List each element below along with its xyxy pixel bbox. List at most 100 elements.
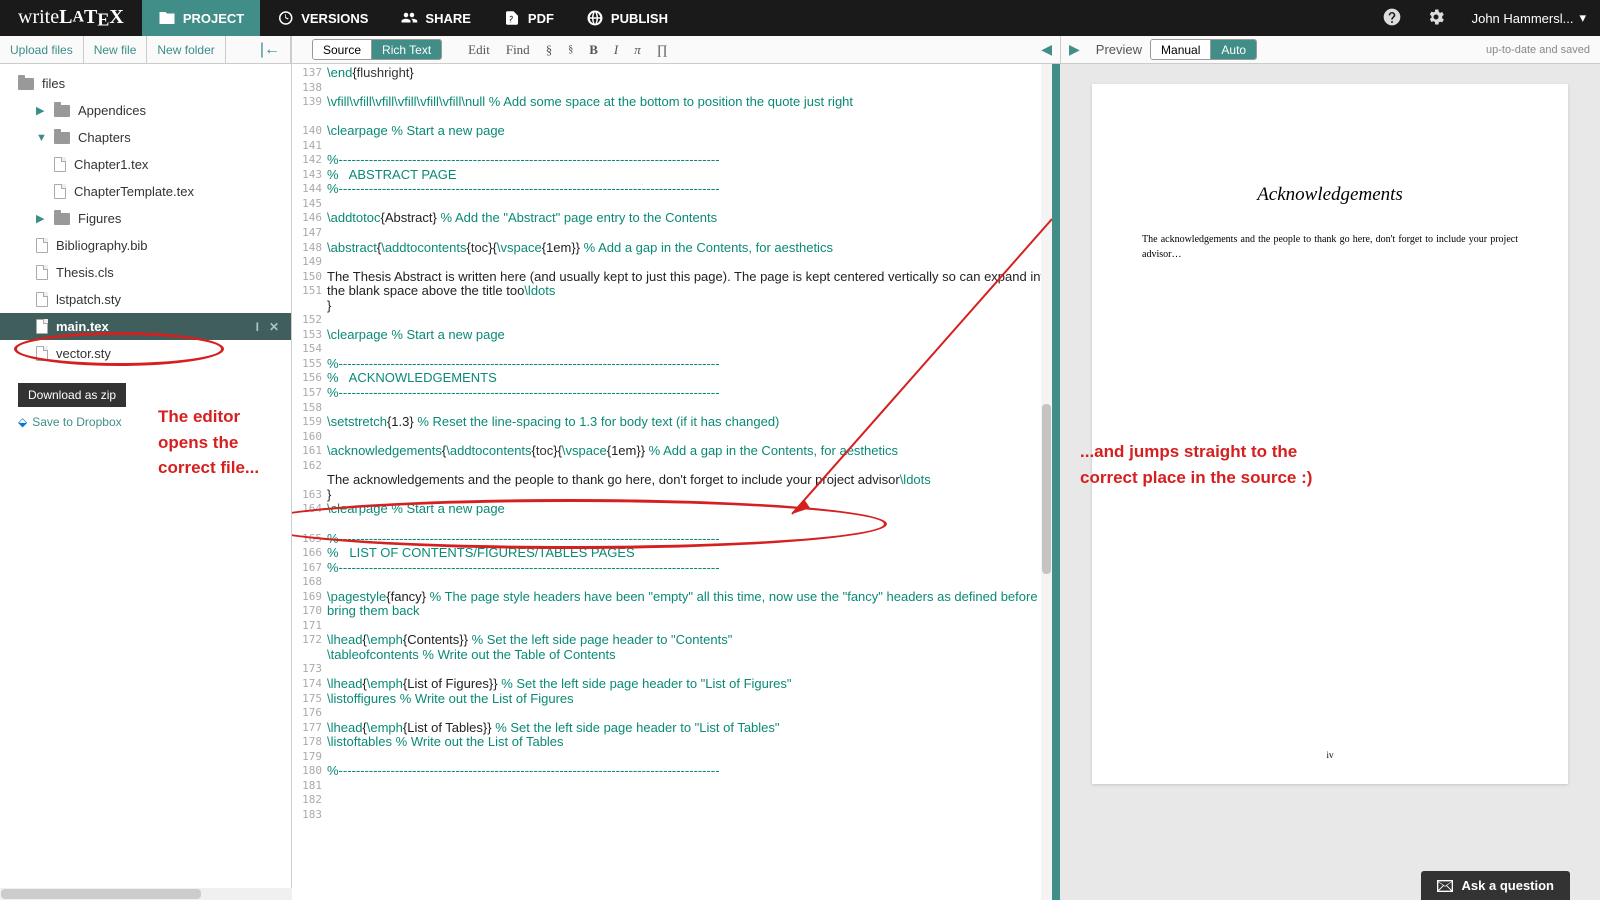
section-button[interactable]: § bbox=[538, 36, 561, 63]
vertical-scrollbar[interactable] bbox=[1041, 64, 1052, 900]
logo: writeLATEX bbox=[0, 6, 142, 31]
tree-label: Appendices bbox=[78, 103, 146, 118]
mail-icon bbox=[1437, 880, 1453, 892]
folder-icon bbox=[54, 213, 70, 225]
sidebar: files ▶ Appendices ▼Chapters Chapter1.tex… bbox=[0, 64, 292, 900]
tree-folder-figures[interactable]: ▶Figures bbox=[0, 205, 291, 232]
page-heading: Acknowledgements bbox=[1142, 184, 1518, 206]
file-icon bbox=[54, 184, 66, 199]
file-icon bbox=[36, 292, 48, 307]
upload-files-button[interactable]: Upload files bbox=[0, 36, 84, 63]
tree-file-chapter1[interactable]: Chapter1.tex bbox=[0, 151, 291, 178]
save-status: up-to-date and saved bbox=[1476, 36, 1600, 63]
folder-icon bbox=[54, 132, 70, 144]
tree-label: files bbox=[42, 76, 65, 91]
nav-publish[interactable]: PUBLISH bbox=[570, 0, 684, 36]
tree-file-lstpatch[interactable]: lstpatch.sty bbox=[0, 286, 291, 313]
scrollbar-thumb[interactable] bbox=[1, 889, 201, 899]
tree-folder-chapters[interactable]: ▼Chapters bbox=[0, 124, 291, 151]
inline-math-button[interactable]: π bbox=[626, 36, 649, 63]
tree-file-main[interactable]: main.texI✕ bbox=[0, 313, 291, 340]
file-icon bbox=[36, 319, 48, 334]
new-folder-button[interactable]: New folder bbox=[147, 36, 225, 63]
code-area[interactable]: \end{flushright}\vfill\vfill\vfill\vfill… bbox=[327, 64, 1052, 900]
delete-icon[interactable]: ✕ bbox=[269, 320, 279, 334]
bold-button[interactable]: B bbox=[581, 36, 606, 63]
help-button[interactable] bbox=[1370, 7, 1414, 30]
topbar: writeLATEX PROJECT VERSIONS SHARE PDF PU… bbox=[0, 0, 1600, 36]
tree-label: ChapterTemplate.tex bbox=[74, 184, 194, 199]
find-menu[interactable]: Find bbox=[498, 36, 538, 63]
preview-pane: Acknowledgements The acknowledgements an… bbox=[1060, 64, 1600, 900]
horizontal-scrollbar[interactable] bbox=[0, 888, 292, 900]
caret-right-icon: ▶ bbox=[36, 104, 46, 117]
nav-share[interactable]: SHARE bbox=[384, 0, 487, 36]
folder-icon bbox=[18, 78, 34, 90]
file-icon bbox=[36, 238, 48, 253]
tree-label: Thesis.cls bbox=[56, 265, 114, 280]
tree-label: Chapter1.tex bbox=[74, 157, 148, 172]
tree-file-bib[interactable]: Bibliography.bib bbox=[0, 232, 291, 259]
nav-pdf[interactable]: PDF bbox=[487, 0, 570, 36]
main: files ▶ Appendices ▼Chapters Chapter1.tex… bbox=[0, 64, 1600, 900]
tab-manual[interactable]: Manual bbox=[1151, 40, 1211, 59]
tab-auto[interactable]: Auto bbox=[1211, 40, 1256, 59]
share-icon bbox=[400, 9, 418, 27]
user-menu[interactable]: John Hammersl... ▾ bbox=[1458, 10, 1600, 26]
tree-label: Figures bbox=[78, 211, 121, 226]
ask-label: Ask a question bbox=[1462, 878, 1554, 893]
pdf-page[interactable]: Acknowledgements The acknowledgements an… bbox=[1092, 84, 1568, 784]
sync-right-button[interactable]: ▶ bbox=[1061, 36, 1088, 63]
save-dropbox-link[interactable]: ⬙ Save to Dropbox bbox=[18, 415, 122, 429]
preview-toolbar: ▶ Preview Manual Auto up-to-date and sav… bbox=[1060, 36, 1600, 63]
sync-left-button[interactable]: ◀ bbox=[1033, 36, 1060, 63]
tree-file-thesis[interactable]: Thesis.cls bbox=[0, 259, 291, 286]
history-icon bbox=[276, 9, 294, 27]
tab-source[interactable]: Source bbox=[313, 40, 372, 59]
italic-button[interactable]: I bbox=[606, 36, 626, 63]
tab-richtext[interactable]: Rich Text bbox=[372, 40, 441, 59]
dropbox-label: Save to Dropbox bbox=[32, 415, 121, 429]
pdf-icon bbox=[503, 9, 521, 27]
nav-publish-label: PUBLISH bbox=[611, 11, 668, 26]
ask-question-button[interactable]: Ask a question bbox=[1421, 871, 1570, 900]
preview-label: Preview bbox=[1088, 36, 1150, 63]
gear-icon bbox=[1426, 7, 1446, 27]
file-toolbar: Upload files New file New folder |← bbox=[0, 36, 292, 63]
nav-project[interactable]: PROJECT bbox=[142, 0, 260, 36]
editor-mode-tabs: Source Rich Text bbox=[312, 39, 442, 60]
file-tree: files ▶ Appendices ▼Chapters Chapter1.tex… bbox=[0, 64, 291, 373]
download-zip-button[interactable]: Download as zip bbox=[18, 383, 126, 407]
collapse-sidebar-button[interactable]: |← bbox=[250, 36, 291, 63]
caret-down-icon: ▼ bbox=[36, 132, 46, 144]
nav-versions-label: VERSIONS bbox=[301, 11, 368, 26]
file-icon bbox=[36, 265, 48, 280]
line-gutter: 1371381391401411421431441451461471481491… bbox=[292, 64, 327, 900]
tree-folder-appendices[interactable]: ▶ Appendices bbox=[0, 97, 291, 124]
tree-root[interactable]: files bbox=[0, 70, 291, 97]
tree-label: vector.sty bbox=[56, 346, 111, 361]
file-actions: I✕ bbox=[256, 320, 279, 334]
compile-mode-tabs: Manual Auto bbox=[1150, 39, 1257, 60]
subsection-button[interactable]: § bbox=[560, 36, 581, 63]
nav-versions[interactable]: VERSIONS bbox=[260, 0, 384, 36]
caret-down-icon: ▾ bbox=[1579, 10, 1586, 26]
tree-label: lstpatch.sty bbox=[56, 292, 121, 307]
settings-button[interactable] bbox=[1414, 7, 1458, 30]
subbar: Upload files New file New folder |← Sour… bbox=[0, 36, 1600, 64]
editor-toolbar: Source Rich Text Edit Find § § B I π ∏ ◀ bbox=[292, 36, 1060, 63]
tree-file-vector[interactable]: vector.sty bbox=[0, 340, 291, 367]
tree-file-chaptertpl[interactable]: ChapterTemplate.tex bbox=[0, 178, 291, 205]
help-icon bbox=[1382, 7, 1402, 27]
tree-label: Bibliography.bib bbox=[56, 238, 148, 253]
display-math-button[interactable]: ∏ bbox=[649, 36, 676, 63]
dropbox-icon: ⬙ bbox=[18, 415, 27, 429]
user-name: John Hammersl... bbox=[1472, 11, 1574, 26]
rename-icon[interactable]: I bbox=[256, 320, 259, 334]
globe-icon bbox=[586, 9, 604, 27]
edit-menu[interactable]: Edit bbox=[460, 36, 498, 63]
new-file-button[interactable]: New file bbox=[84, 36, 148, 63]
nav-pdf-label: PDF bbox=[528, 11, 554, 26]
folder-icon bbox=[158, 9, 176, 27]
scrollbar-thumb[interactable] bbox=[1042, 404, 1051, 574]
